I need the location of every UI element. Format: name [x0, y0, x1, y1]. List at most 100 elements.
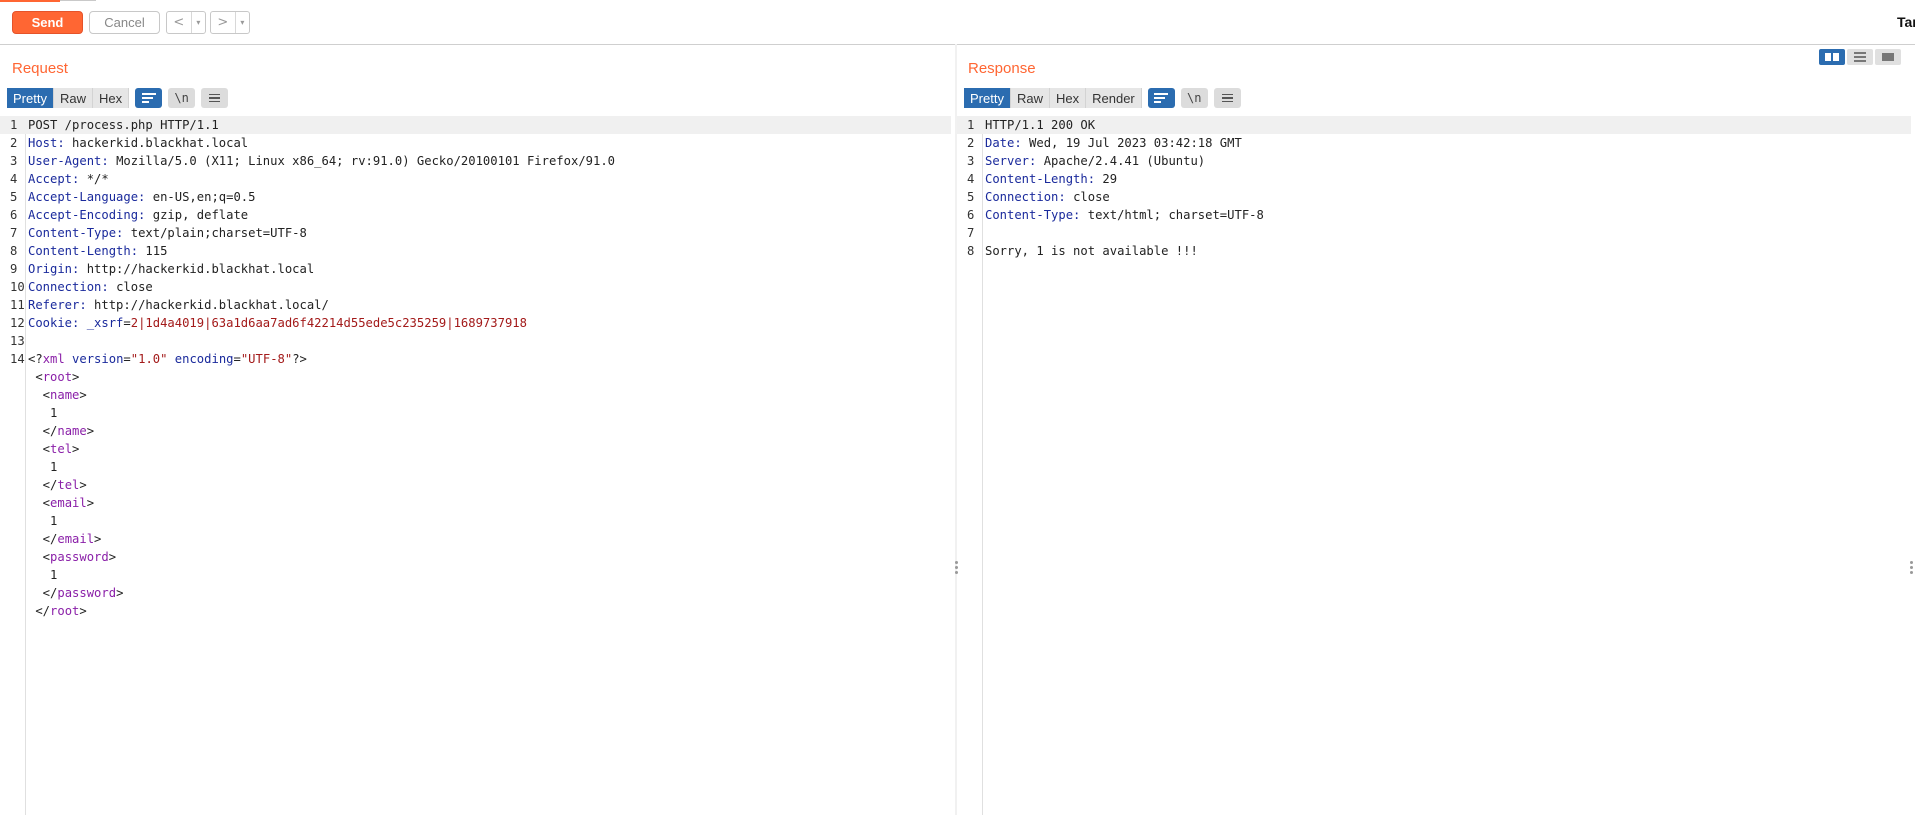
code-token: HTTP/1.1 200 OK — [985, 118, 1096, 132]
response-code-line[interactable]: 4 Content-Length: 29 — [957, 170, 1911, 188]
request-code-line[interactable]: 5 Accept-Language: en-US,en;q=0.5 — [0, 188, 951, 206]
response-wrap-toggle[interactable] — [1147, 88, 1175, 108]
request-code-line[interactable]: 7 Content-Type: text/plain;charset=UTF-8 — [0, 224, 951, 242]
forward-arrow-icon[interactable]: > — [211, 12, 236, 33]
request-code-line[interactable]: 3 User-Agent: Mozilla/5.0 (X11; Linux x86… — [0, 152, 951, 170]
code-token: 1 — [28, 460, 58, 474]
response-newline-toggle[interactable]: \n — [1180, 88, 1208, 108]
line-number: 8 — [967, 244, 975, 258]
request-code-line[interactable]: 1 — [0, 404, 951, 422]
code-token: gzip, deflate — [152, 208, 249, 222]
line-number: 3 — [10, 154, 18, 168]
code-token: Accept-Encoding: — [28, 208, 153, 222]
right-edge-handle-icon[interactable] — [1910, 561, 1914, 574]
code-token: email — [57, 532, 95, 546]
send-button[interactable]: Send — [12, 11, 83, 34]
target-label[interactable]: Target — [1897, 14, 1915, 30]
code-token: Sorry, 1 is not available !!! — [985, 244, 1198, 258]
request-code-line[interactable]: <name> — [0, 386, 951, 404]
back-dropdown-icon[interactable]: ▾ — [192, 18, 205, 27]
request-editor[interactable]: 1 POST /process.php HTTP/1.1 2 Host: hacker… — [0, 116, 955, 815]
response-code-line[interactable]: 3 Server: Apache/2.4.41 (Ubuntu) — [957, 152, 1911, 170]
code-token: 115 — [145, 244, 168, 258]
response-tab-pretty[interactable]: Pretty — [964, 88, 1011, 108]
request-wrap-toggle[interactable] — [135, 88, 163, 108]
code-token: name — [57, 424, 87, 438]
code-token: > — [79, 388, 87, 402]
response-code-line[interactable]: 5 Connection: close — [957, 188, 1911, 206]
request-code-line[interactable]: </name> — [0, 422, 951, 440]
request-code-line[interactable]: <tel> — [0, 440, 951, 458]
layout-rows-button[interactable] — [1847, 49, 1873, 65]
request-code-line[interactable]: 1 — [0, 458, 951, 476]
response-code-line[interactable]: 6 Content-Type: text/html; charset=UTF-8 — [957, 206, 1911, 224]
request-code-line[interactable]: </tel> — [0, 476, 951, 494]
line-text: 1 — [28, 512, 57, 530]
request-code-line[interactable]: 9 Origin: http://hackerkid.blackhat.local — [0, 260, 951, 278]
request-code-line[interactable]: 10 Connection: close — [0, 278, 951, 296]
request-menu-button[interactable] — [201, 88, 229, 108]
request-newline-toggle[interactable]: \n — [168, 88, 196, 108]
code-token: root — [50, 604, 80, 618]
request-code-line[interactable]: 1 POST /process.php HTTP/1.1 — [0, 116, 951, 134]
line-text: HTTP/1.1 200 OK — [985, 116, 1095, 134]
response-code-line[interactable]: 2 Date: Wed, 19 Jul 2023 03:42:18 GMT — [957, 134, 1911, 152]
request-code-line[interactable]: <email> — [0, 494, 951, 512]
line-text: User-Agent: Mozilla/5.0 (X11; Linux x86_… — [28, 152, 615, 170]
response-code-line[interactable]: 1 HTTP/1.1 200 OK — [957, 116, 1911, 134]
line-number: 10 — [10, 280, 25, 294]
layout-single-button[interactable] — [1875, 49, 1901, 65]
code-token: Referer: — [28, 298, 95, 312]
response-tab-render[interactable]: Render — [1086, 88, 1142, 108]
response-code-line[interactable]: 8 Sorry, 1 is not available !!! — [957, 242, 1911, 260]
history-back-button[interactable]: < ▾ — [166, 11, 206, 34]
request-pane: Request Pretty Raw Hex \n 1 POST /process… — [0, 44, 955, 815]
request-tab-pretty[interactable]: Pretty — [7, 88, 54, 108]
code-token: http://hackerkid.blackhat.local/ — [94, 298, 329, 312]
request-code-line[interactable]: <root> — [0, 368, 951, 386]
response-pane: Response Pretty Raw Hex Render \n 1 HTTP/… — [957, 44, 1915, 815]
code-token: </ — [28, 478, 58, 492]
request-code-line[interactable]: 1 — [0, 512, 951, 530]
layout-toggles — [1819, 49, 1901, 65]
code-token: < — [28, 388, 51, 402]
request-code-line[interactable]: </root> — [0, 602, 951, 620]
line-number: 1 — [10, 118, 18, 132]
code-token: > — [86, 496, 95, 510]
request-code-line[interactable]: 14 <?xml version="1.0" encoding="UTF-8"?> — [0, 350, 951, 368]
request-code-line[interactable]: </email> — [0, 530, 951, 548]
code-token: Connection: — [985, 190, 1074, 204]
request-code-line[interactable]: <password> — [0, 548, 951, 566]
line-number: 7 — [967, 226, 975, 240]
request-title: Request — [12, 60, 68, 77]
line-text: </email> — [28, 530, 102, 548]
line-text: Server: Apache/2.4.41 (Ubuntu) — [985, 152, 1205, 170]
request-code-line[interactable]: 11 Referer: http://hackerkid.blackhat.loc… — [0, 296, 951, 314]
request-code-line[interactable]: 13 — [0, 332, 951, 350]
response-tab-raw[interactable]: Raw — [1010, 88, 1050, 108]
code-token: text/html; charset=UTF-8 — [1087, 208, 1264, 222]
line-text: Accept-Encoding: gzip, deflate — [28, 206, 248, 224]
history-forward-button[interactable]: > ▾ — [210, 11, 250, 34]
response-code-line[interactable]: 7 — [957, 224, 1911, 242]
code-token: 2|1d4a4019|63a1d6aa7ad6f42214d55ede5c235… — [130, 316, 527, 330]
forward-dropdown-icon[interactable]: ▾ — [236, 18, 249, 27]
request-tab-hex[interactable]: Hex — [92, 88, 130, 108]
request-code-line[interactable]: 1 — [0, 566, 951, 584]
request-code-line[interactable]: </password> — [0, 584, 951, 602]
code-token: > — [79, 478, 87, 492]
response-editor[interactable]: 1 HTTP/1.1 200 OK 2 Date: Wed, 19 Jul 2023 … — [957, 116, 1915, 815]
request-code-line[interactable]: 6 Accept-Encoding: gzip, deflate — [0, 206, 951, 224]
layout-split-button[interactable] — [1819, 49, 1845, 65]
request-code-line[interactable]: 2 Host: hackerkid.blackhat.local — [0, 134, 951, 152]
code-token: Content-Type: — [985, 208, 1088, 222]
request-code-line[interactable]: 8 Content-Length: 115 — [0, 242, 951, 260]
response-menu-button[interactable] — [1213, 88, 1241, 108]
response-tab-hex[interactable]: Hex — [1049, 88, 1087, 108]
request-code-line[interactable]: 12 Cookie: _xsrf=2|1d4a4019|63a1d6aa7ad6f… — [0, 314, 951, 332]
line-text: Connection: close — [28, 278, 153, 296]
back-arrow-icon[interactable]: < — [167, 12, 192, 33]
cancel-button[interactable]: Cancel — [89, 11, 160, 34]
request-code-line[interactable]: 4 Accept: */* — [0, 170, 951, 188]
request-tab-raw[interactable]: Raw — [53, 88, 93, 108]
